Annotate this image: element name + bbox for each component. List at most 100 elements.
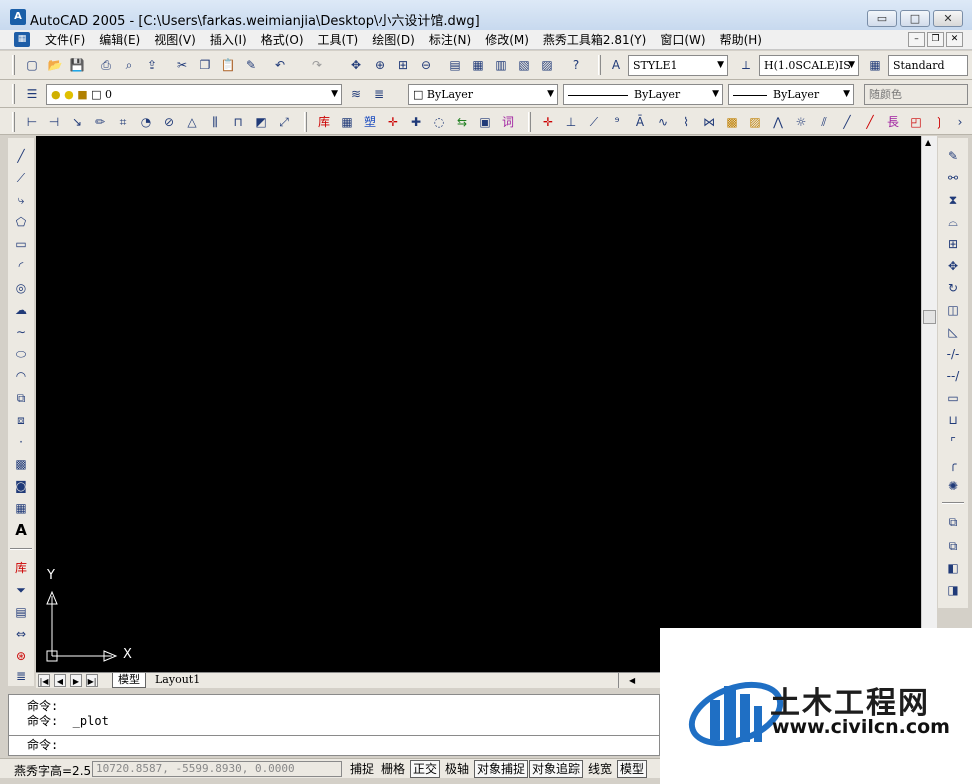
open-file-icon[interactable]: 📂 [45,55,65,75]
tool-palettes-icon[interactable]: ▥ [491,55,511,75]
cut-icon[interactable]: ✂ [172,55,192,75]
yanxiu-library-icon[interactable]: 库 [314,112,334,132]
wheel-icon[interactable]: ⊛ [11,646,31,666]
yanxiu-parallel-icon[interactable]: ⫽ [814,112,834,132]
dim-style-icon[interactable]: ⟂ [736,55,756,75]
document-icon[interactable]: ▦ [14,32,30,47]
color-select[interactable]: □ ByLayer ▼ [408,84,558,105]
yanxiu-mark-icon[interactable]: ✚ [406,112,426,132]
yanxiu-circle-icon[interactable]: ◌ [429,112,449,132]
toolbar-grip[interactable] [304,112,307,132]
menu-modify[interactable]: 修改(M) [478,32,536,48]
grid-toggle[interactable]: 栅格 [378,760,408,778]
dim-style-select[interactable]: H(1.0SCALE)IS ▼ [759,55,859,76]
make-object-layer-current-icon[interactable]: ≋ [346,84,366,104]
table-style-icon[interactable]: ▦ [865,55,885,75]
previous-tab-icon[interactable]: ◀ [54,674,66,687]
ordinate-dimension-icon[interactable]: ✏ [90,112,110,132]
yanxiu-cross-icon[interactable]: ✛ [383,112,403,132]
toolbar-grip[interactable] [528,112,531,132]
zoom-realtime-icon[interactable]: ⊕ [370,55,390,75]
last-tab-icon[interactable]: ▶| [86,674,98,687]
multiline-text-icon[interactable]: A [11,520,31,540]
mirror-icon[interactable]: ⧗ [943,190,963,210]
toolbar-more-icon[interactable]: › [950,112,970,132]
make-block-icon[interactable]: ⧈ [11,410,31,430]
match-properties-icon[interactable]: ✎ [241,55,261,75]
menu-view[interactable]: 视图(V) [147,32,203,48]
polar-toggle[interactable]: 极轴 [442,760,472,778]
layer-manager-icon[interactable]: ☰ [22,84,42,104]
scroll-left-icon[interactable]: ◀ [618,673,658,688]
dimension-edit-icon[interactable]: ⤢ [274,112,294,132]
doc-close-button[interactable]: ✕ [946,32,963,47]
point-icon[interactable]: · [11,432,31,452]
ellipse-icon[interactable]: ⬭ [11,344,31,364]
break-icon[interactable]: ⊔ [943,410,963,430]
yanxiu-swap-icon[interactable]: ⇆ [452,112,472,132]
yanxiu-wave-icon[interactable]: ∿ [653,112,673,132]
diameter-dimension-icon[interactable]: ⊘ [159,112,179,132]
stretch-icon[interactable]: ◺ [943,322,963,342]
yanxiu-hatch-icon[interactable]: ▩ [722,112,742,132]
fillet-icon[interactable]: ╭ [943,454,963,474]
yanxiu-length-icon[interactable]: 長 [883,112,903,132]
redo-icon[interactable]: ↷ [307,55,327,75]
scroll-thumb[interactable] [923,310,936,324]
toolbar-grip[interactable] [12,112,15,132]
send-under-icon[interactable]: ◨ [943,580,963,600]
connector-icon[interactable]: ⇔ [11,624,31,644]
menu-tools[interactable]: 工具(T) [311,32,366,48]
quick-dimension-icon[interactable]: ⫼ [205,112,225,132]
command-prompt[interactable]: 命令: [27,738,58,752]
arc-icon[interactable]: ◜ [11,256,31,276]
yanxiu-break-icon[interactable]: ⌇ [676,112,696,132]
yanxiu-number-icon[interactable]: ⁹ [607,112,627,132]
menu-format[interactable]: 格式(O) [254,32,311,48]
break-at-point-icon[interactable]: ▭ [943,388,963,408]
yanxiu-peak-icon[interactable]: ⋀ [768,112,788,132]
layer-previous-icon[interactable]: ≣ [369,84,389,104]
doc-minimize-button[interactable]: – [908,32,925,47]
trim-icon[interactable]: -/- [943,344,963,364]
object-snap-toggle[interactable]: 对象捕捉 [474,760,529,778]
library-icon[interactable]: 库 [11,558,31,578]
pan-icon[interactable]: ✥ [346,55,366,75]
radius-dimension-icon[interactable]: ⌗ [113,112,133,132]
yanxiu-table-icon[interactable]: ▦ [337,112,357,132]
plot-icon[interactable]: ⎙ [96,55,116,75]
toolbar-grip[interactable] [598,55,601,75]
menu-insert[interactable]: 插入(I) [203,32,254,48]
drawing-canvas[interactable]: Y X [36,136,921,672]
snap-toggle[interactable]: 捕捉 [347,760,377,778]
layer-select[interactable]: ● ● ■ □ 0 ▼ [46,84,342,105]
yanxiu-shape-icon[interactable]: ◰ [906,112,926,132]
yanxiu-plastic-icon[interactable]: 塑 [360,112,380,132]
yanxiu-arc-icon[interactable]: ❳ [929,112,949,132]
text-style-icon[interactable]: A [606,55,626,75]
polyline-icon[interactable]: ⤷ [11,190,31,210]
offset-icon[interactable]: ⌓ [943,212,963,232]
toolbar-grip[interactable] [12,84,15,104]
spline-icon[interactable]: ∼ [11,322,31,342]
menu-file[interactable]: 文件(F) [38,32,92,48]
lineweight-select[interactable]: ByLayer ▼ [728,84,854,105]
yanxiu-fill-icon[interactable]: ▨ [745,112,765,132]
revision-cloud-icon[interactable]: ☁ [11,300,31,320]
design-center-icon[interactable]: ▦ [468,55,488,75]
close-button[interactable]: ✕ [933,10,963,27]
undo-icon[interactable]: ↶ [270,55,290,75]
table-style-select[interactable]: Standard [888,55,968,76]
scale-icon[interactable]: ◫ [943,300,963,320]
yanxiu-slash-icon[interactable]: ╱ [837,112,857,132]
spring-icon[interactable]: ≣ [11,666,31,686]
menu-draw[interactable]: 绘图(D) [365,32,422,48]
line-icon[interactable]: ╱ [11,146,31,166]
yanxiu-centerline-icon[interactable]: ✛ [538,112,558,132]
funnel-icon[interactable]: ⏷ [11,580,31,600]
yanxiu-screen-icon[interactable]: ▣ [475,112,495,132]
arc-length-icon[interactable]: ↘ [67,112,87,132]
array-icon[interactable]: ⊞ [943,234,963,254]
copy-object-icon[interactable]: ⚯ [943,168,963,188]
yanxiu-cross-lines-icon[interactable]: ⋈ [699,112,719,132]
